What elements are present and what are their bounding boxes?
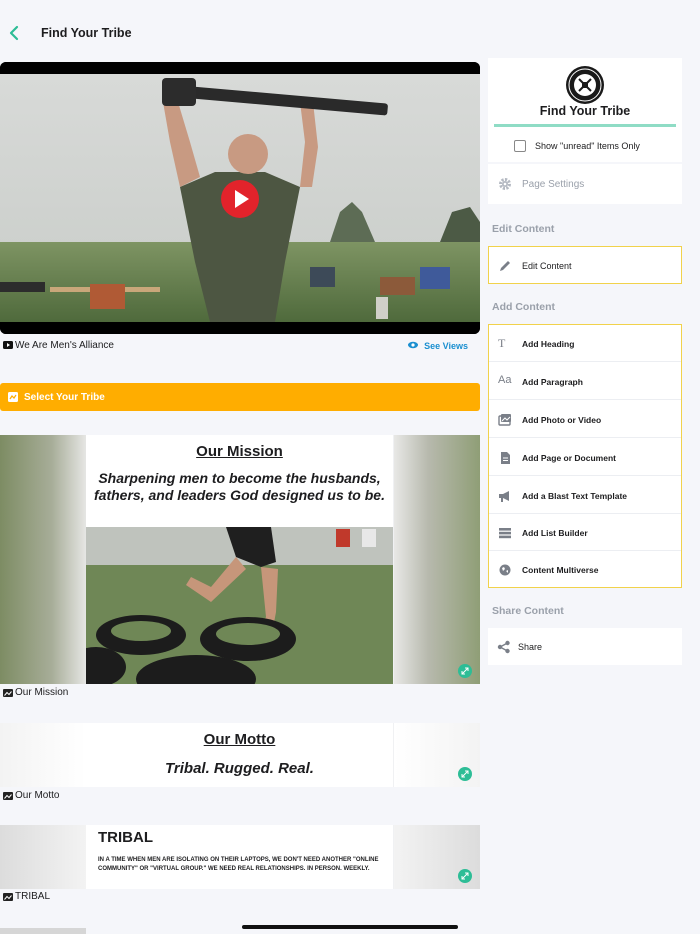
share-item[interactable]: Share	[488, 628, 682, 665]
image-blur-left	[0, 435, 86, 684]
content-multiverse-item[interactable]: Content Multiverse	[489, 551, 681, 588]
expand-icon[interactable]	[458, 664, 472, 678]
next-card-peek	[0, 928, 86, 934]
motto-heading: Our Motto	[203, 731, 276, 748]
mission-heading: Our Mission	[196, 443, 283, 460]
eye-icon[interactable]	[408, 341, 418, 349]
tribal-image[interactable]: TRIBAL IN A TIME WHEN MEN ARE ISOLATING …	[0, 825, 480, 889]
mission-image[interactable]: Our Mission Sharpening men to become the…	[0, 435, 480, 684]
photo-icon	[498, 414, 511, 426]
select-tribe-label: Select Your Tribe	[24, 392, 105, 403]
page-settings-item[interactable]: Page Settings	[488, 164, 682, 204]
image-icon	[8, 392, 18, 402]
add-blast-text-item[interactable]: Add a Blast Text Template	[489, 477, 681, 514]
select-tribe-button[interactable]: Select Your Tribe	[0, 383, 480, 411]
motto-graphic: Our Motto Tribal. Rugged. Real.	[86, 723, 393, 787]
image-icon	[3, 689, 13, 697]
mission-graphic: Our Mission Sharpening men to become the…	[86, 435, 393, 684]
page-settings-label: Page Settings	[522, 179, 585, 190]
share-content-heading: Share Content	[492, 605, 564, 617]
add-content-box: T Add Heading Aa Add Paragraph Add Photo…	[488, 324, 682, 588]
list-icon	[499, 528, 511, 539]
video-icon	[3, 341, 13, 349]
sidebar-title: Find Your Tribe	[539, 104, 631, 118]
mission-text: Sharpening men to become the husbands, f…	[94, 470, 385, 503]
unread-label: Show "unread" Items Only	[535, 141, 640, 151]
video-info-bar: We Are Men's Alliance See Views	[0, 338, 480, 356]
add-heading-item[interactable]: T Add Heading	[489, 325, 681, 362]
mission-photo	[86, 527, 393, 684]
heading-icon: T	[498, 336, 506, 350]
megaphone-icon	[499, 491, 509, 502]
globe-icon	[499, 564, 511, 576]
page-title: Find Your Tribe	[41, 26, 132, 40]
video-caption: We Are Men's Alliance	[15, 340, 114, 351]
edit-content-box: Edit Content	[488, 246, 682, 284]
header-bar: Find Your Tribe	[0, 0, 700, 62]
add-content-heading: Add Content	[492, 301, 555, 313]
edit-content-heading: Edit Content	[492, 223, 555, 235]
add-page-item[interactable]: Add Page or Document	[489, 439, 681, 476]
unread-checkbox[interactable]	[514, 140, 526, 152]
page-header-card: Find Your Tribe Show "unread" Items Only	[488, 58, 682, 162]
gear-icon	[499, 178, 511, 190]
video-player[interactable]	[0, 62, 480, 334]
expand-icon[interactable]	[458, 869, 472, 883]
add-paragraph-item[interactable]: Aa Add Paragraph	[489, 363, 681, 400]
title-underline	[494, 124, 676, 127]
tribal-graphic: TRIBAL IN A TIME WHEN MEN ARE ISOLATING …	[86, 825, 393, 889]
add-photo-item[interactable]: Add Photo or Video	[489, 401, 681, 438]
expand-icon[interactable]	[458, 767, 472, 781]
image-blur-right	[394, 435, 480, 684]
add-list-builder-item[interactable]: Add List Builder	[489, 514, 681, 551]
motto-text: Tribal. Rugged. Real.	[165, 760, 314, 777]
edit-content-item[interactable]: Edit Content	[489, 247, 681, 284]
back-chevron-icon[interactable]	[6, 24, 24, 42]
see-views-link[interactable]: See Views	[424, 341, 468, 351]
logo	[566, 66, 604, 104]
document-icon	[501, 452, 510, 464]
paragraph-icon: Aa	[498, 374, 512, 386]
tribal-text: IN A TIME WHEN MEN ARE ISOLATING ON THEI…	[98, 857, 379, 872]
pencil-icon	[500, 261, 510, 271]
image-blur-left	[0, 723, 86, 787]
home-indicator[interactable]	[242, 925, 458, 929]
motto-image[interactable]: Our Motto Tribal. Rugged. Real.	[0, 723, 480, 787]
image-icon	[3, 792, 13, 800]
tribal-heading: TRIBAL	[98, 829, 153, 846]
play-icon[interactable]	[221, 180, 259, 218]
image-icon	[3, 893, 13, 901]
share-label: Share	[518, 642, 543, 652]
image-blur-left	[0, 825, 86, 889]
share-icon	[497, 640, 510, 654]
